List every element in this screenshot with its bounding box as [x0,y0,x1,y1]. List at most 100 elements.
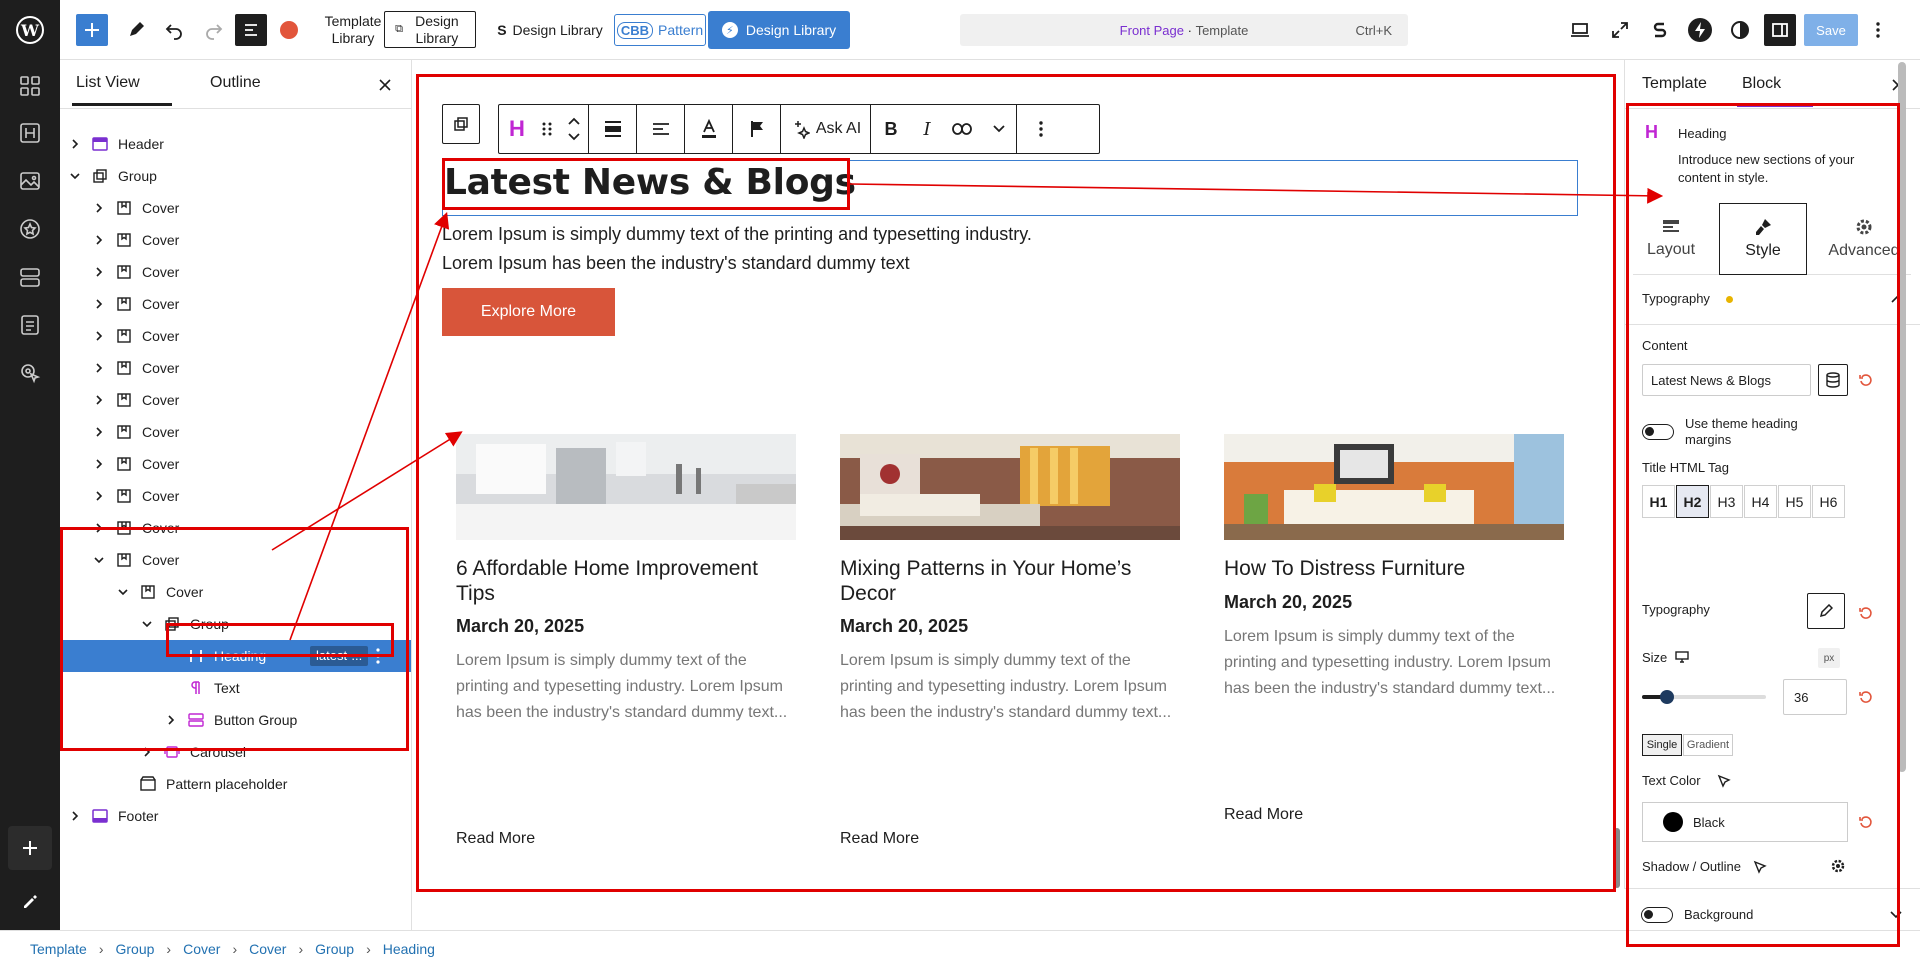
tree-row-footer[interactable]: Footer [60,800,411,832]
size-slider-knob[interactable] [1659,690,1674,704]
shadow-cursor-icon[interactable] [1753,860,1767,874]
drag-handle-icon[interactable] [535,105,559,153]
breadcrumb-item[interactable]: Cover [183,941,220,957]
bolt-plugin-icon[interactable] [1684,12,1716,48]
tree-row-cover[interactable]: Cover [60,352,411,384]
chevron-down-icon[interactable] [92,553,106,567]
tree-row-cover[interactable]: Cover [60,544,411,576]
title-tag-h6[interactable]: H6 [1812,485,1845,518]
tree-row-cover[interactable]: Cover [60,320,411,352]
card-image[interactable] [456,434,796,540]
gradient-color-toggle[interactable]: Gradient [1683,734,1733,756]
single-color-toggle[interactable]: Single [1642,734,1682,756]
size-unit-badge[interactable]: px [1818,648,1840,668]
chevron-right-icon[interactable] [92,297,106,311]
chevron-right-icon[interactable] [92,233,106,247]
tree-row-text[interactable]: Text [60,672,411,704]
subtab-advanced[interactable]: Advanced [1819,203,1909,275]
text-color-cursor-icon[interactable] [1717,774,1731,788]
wordpress-logo-icon[interactable]: W [14,14,46,46]
block-align-icon[interactable] [589,105,637,153]
text-color-icon[interactable] [685,105,733,153]
patterns-icon[interactable] [14,261,46,293]
title-tag-h3[interactable]: H3 [1710,485,1743,518]
breadcrumb-item[interactable]: Group [315,941,354,957]
command-palette-bar[interactable]: Front Page · Template Ctrl+K [960,14,1408,46]
tree-row-cover[interactable]: Cover [60,512,411,544]
chevron-right-icon[interactable] [92,425,106,439]
reset-typography-icon[interactable] [1859,606,1873,620]
card-read-more-link[interactable]: Read More [456,830,535,848]
s-plugin-icon[interactable] [1644,12,1676,48]
settings-scrollbar[interactable] [1898,62,1906,772]
expand-chevron-down-icon[interactable] [1889,908,1903,922]
tree-row-cover[interactable]: Cover [60,576,411,608]
tree-row-cover[interactable]: Cover [60,448,411,480]
heading-block-type-icon[interactable]: H [499,105,535,153]
breadcrumb-item[interactable]: Template [30,941,87,957]
card-read-more-link[interactable]: Read More [1224,806,1303,824]
options-kebab-icon[interactable] [1866,12,1890,48]
card-image[interactable] [840,434,1180,540]
theme-margins-toggle[interactable] [1642,424,1674,440]
background-section[interactable]: Background [1624,888,1920,930]
heading-block-inserter-icon[interactable] [14,117,46,149]
block-inserter-button[interactable] [76,14,108,46]
reset-content-icon[interactable] [1859,373,1873,387]
chevron-right-icon[interactable] [92,201,106,215]
desktop-device-icon[interactable] [1675,651,1689,663]
card-image[interactable] [1224,434,1564,540]
undo-icon[interactable] [158,12,190,48]
pages-icon[interactable] [14,309,46,341]
chevron-right-icon[interactable] [92,393,106,407]
parent-select-button[interactable] [442,104,480,144]
tree-row-cover[interactable]: Cover [60,288,411,320]
edit-pencil-icon[interactable] [14,886,46,918]
contrast-icon[interactable] [1724,12,1756,48]
tree-row-cover[interactable]: Cover [60,256,411,288]
chevron-right-icon[interactable] [92,361,106,375]
text-align-icon[interactable] [637,105,685,153]
size-input[interactable]: 36 [1783,679,1847,715]
chevron-right-icon[interactable] [140,745,154,759]
redo-icon[interactable] [198,12,230,48]
fullscreen-icon[interactable] [1604,12,1636,48]
typography-edit-pencil-icon[interactable] [1807,593,1845,629]
settings-sidebar-toggle[interactable] [1764,14,1796,46]
card-title[interactable]: Mixing Patterns in Your Home’s Decor [840,556,1180,606]
interactions-icon[interactable] [14,357,46,389]
chevron-down-icon[interactable] [140,617,154,631]
tab-template[interactable]: Template [1642,75,1707,93]
bold-icon[interactable]: B [871,105,911,153]
breadcrumb-item[interactable]: Heading [383,941,435,957]
tab-list-view[interactable]: List View [76,74,140,92]
move-up-down-icon[interactable] [559,105,589,153]
chevron-down-icon[interactable] [116,585,130,599]
tree-row-button-group[interactable]: Button Group [60,704,411,736]
link-icon[interactable] [943,105,981,153]
close-list-view-icon[interactable] [376,76,394,94]
save-button[interactable]: Save [1804,14,1858,46]
chevron-right-icon[interactable] [68,137,82,151]
background-toggle[interactable] [1641,907,1673,923]
card-title[interactable]: How To Distress Furniture [1224,556,1564,581]
card-title[interactable]: 6 Affordable Home Improvement Tips [456,556,796,606]
tree-row-cover[interactable]: Cover [60,480,411,512]
tree-row-heading[interactable]: Heading latest-... [60,640,411,672]
tree-row-group[interactable]: Group [60,160,411,192]
styles-icon[interactable] [14,213,46,245]
ask-ai-button[interactable]: Ask AI [781,105,871,153]
flag-icon[interactable] [733,105,781,153]
tree-row-cover[interactable]: Cover [60,384,411,416]
chevron-right-icon[interactable] [92,265,106,279]
media-icon[interactable] [14,165,46,197]
chevron-right-icon[interactable] [164,713,178,727]
chevron-right-icon[interactable] [92,489,106,503]
chevron-right-icon[interactable] [92,457,106,471]
more-formats-chevron-icon[interactable] [981,105,1017,153]
document-overview-button[interactable] [235,14,267,46]
shadow-settings-gear-icon[interactable] [1831,859,1845,873]
chevron-right-icon[interactable] [92,329,106,343]
chevron-down-icon[interactable] [68,169,82,183]
title-tag-h2[interactable]: H2 [1676,485,1709,518]
